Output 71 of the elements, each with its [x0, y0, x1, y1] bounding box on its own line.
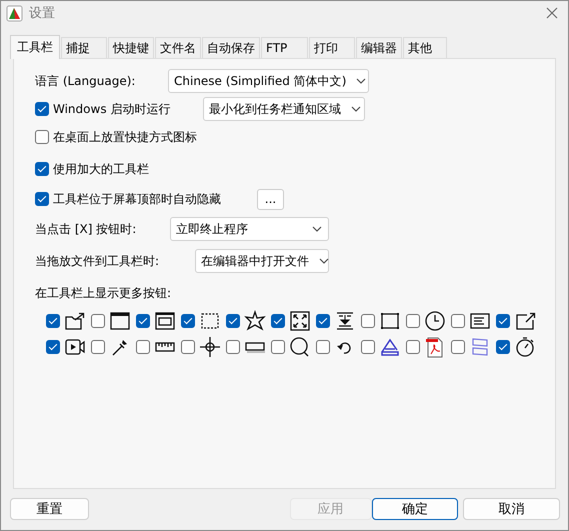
app-logo-icon [6, 4, 23, 22]
checkbox[interactable] [226, 314, 240, 328]
chevron-down-icon [319, 258, 329, 264]
field-label: 语言 (Language): [35, 72, 136, 90]
checkbox[interactable] [496, 340, 510, 354]
checkbox[interactable] [271, 340, 285, 354]
field-label: 当拖放文件到工具栏时: [35, 252, 160, 270]
window-icon [154, 310, 176, 332]
tab[interactable]: 自动保存 [202, 37, 260, 58]
tab[interactable]: 工具栏 [10, 35, 60, 59]
scanner-icon [379, 336, 401, 358]
checkbox[interactable] [361, 314, 375, 328]
export-icon [514, 310, 536, 332]
field-label: 当点击 [X] 按钮时: [35, 220, 138, 238]
stopwatch-icon [514, 336, 536, 358]
checkbox-label: 使用加大的工具栏 [53, 160, 149, 178]
checkbox[interactable] [35, 162, 49, 176]
tab[interactable]: 捕捉 [61, 37, 107, 58]
tab[interactable]: 编辑器 [356, 37, 402, 58]
section-label: 在工具栏上显示更多按钮: [35, 285, 172, 302]
download-icon [334, 310, 356, 332]
checkbox-label: 工具栏位于屏幕顶部时自动隐藏 [53, 190, 221, 208]
clock-icon [424, 310, 446, 332]
checkbox[interactable] [406, 340, 420, 354]
expand-icon [289, 310, 311, 332]
tab[interactable]: 快捷键 [108, 37, 154, 58]
checkbox[interactable] [451, 314, 465, 328]
dropdown[interactable]: 在编辑器中打开文件 [195, 249, 329, 273]
magnifier-icon [289, 336, 311, 358]
close-icon[interactable] [546, 7, 558, 19]
dropdown[interactable]: Chinese (Simplified 简体中文) [168, 69, 369, 93]
star-icon [244, 310, 266, 332]
checkbox[interactable] [451, 340, 465, 354]
checkbox[interactable] [35, 192, 49, 206]
checkbox[interactable] [46, 340, 60, 354]
dialog-button[interactable]: 重置 [10, 498, 89, 520]
checkbox[interactable] [91, 314, 105, 328]
dialog-button[interactable]: 取消 [463, 498, 560, 520]
crosshair-icon [199, 336, 221, 358]
window-icon [109, 310, 131, 332]
tab[interactable]: FTP [261, 37, 308, 58]
rectangle-icon [379, 310, 401, 332]
dropdown[interactable]: 立即终止程序 [170, 217, 329, 241]
checkbox[interactable] [496, 314, 510, 328]
tab[interactable]: 文件名 [155, 37, 201, 58]
checkbox[interactable] [271, 314, 285, 328]
dropdown[interactable]: 最小化到任务栏通知区域 [203, 97, 365, 121]
checkbox[interactable] [316, 340, 330, 354]
checkbox[interactable] [316, 314, 330, 328]
checkbox[interactable] [406, 314, 420, 328]
checkbox[interactable] [226, 340, 240, 354]
checkbox[interactable] [136, 314, 150, 328]
checkbox[interactable] [361, 340, 375, 354]
folder-icon [64, 310, 86, 332]
checkbox-label: 在桌面上放置快捷方式图标 [53, 128, 197, 146]
checkbox[interactable] [91, 340, 105, 354]
chevron-down-icon [356, 78, 366, 84]
chevron-down-icon [351, 106, 361, 112]
checkbox[interactable] [35, 102, 49, 116]
checkbox[interactable] [181, 314, 195, 328]
tab[interactable]: 打印 [309, 37, 355, 58]
checkbox[interactable] [136, 340, 150, 354]
tab[interactable]: 其他 [403, 37, 447, 58]
window-title: 设置 [29, 5, 56, 22]
dialog-button[interactable]: 确定 [372, 498, 458, 520]
chevron-down-icon [312, 226, 322, 232]
checkbox-label: Windows 启动时运行 [53, 100, 170, 118]
checkbox[interactable] [181, 340, 195, 354]
checkbox[interactable] [46, 314, 60, 328]
checkbox[interactable] [35, 130, 49, 144]
more-button[interactable]: ... [257, 188, 284, 210]
